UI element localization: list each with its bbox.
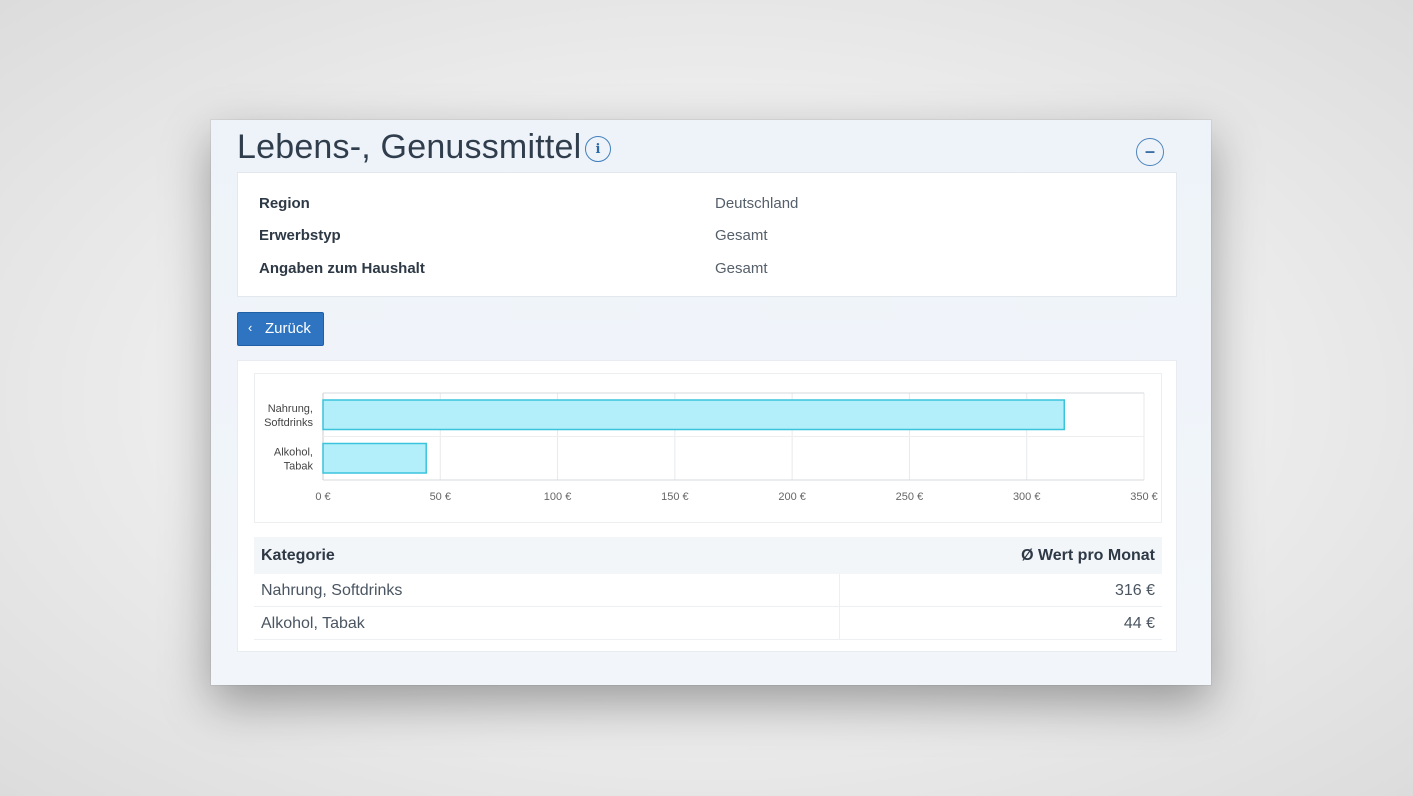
category-label: Alkohol,: [274, 446, 313, 458]
page-title: Lebens-, Genussmittel: [237, 128, 582, 166]
meta-value: Deutschland: [715, 195, 799, 212]
bar-chart: Nahrung, Softdrinks Alkohol, Tabak 0 € 50 € 10…: [254, 373, 1162, 523]
meta-row-region: Region Deutschland: [259, 195, 1156, 219]
panel-window: Lebens-, Genussmittel i – Region Deutsch…: [211, 120, 1211, 685]
bar: [322, 399, 1065, 431]
table-header: Kategorie Ø Wert pro Monat: [254, 537, 1162, 574]
meta-value: Gesamt: [715, 227, 768, 244]
back-button[interactable]: ‹ Zurück: [237, 312, 324, 346]
cell-kategorie: Nahrung, Softdrinks: [261, 582, 403, 599]
bar: [322, 442, 427, 474]
cell-wert: 316 €: [1114, 582, 1155, 599]
tick-label: 0 €: [315, 491, 330, 503]
meta-label: Erwerbstyp: [259, 227, 341, 244]
table-row: Alkohol, Tabak 44 €: [254, 607, 1162, 640]
back-button-label: Zurück: [265, 320, 311, 337]
cell-wert: 44 €: [1123, 615, 1155, 632]
chart-svg: Nahrung, Softdrinks Alkohol, Tabak 0 € 50 € 10…: [264, 392, 1158, 503]
column-header-wert: Ø Wert pro Monat: [1021, 547, 1155, 564]
tick-label: 100 €: [544, 491, 572, 503]
filter-summary: Region Deutschland Erwerbstyp Gesamt Ang…: [237, 172, 1177, 297]
category-label: Softdrinks: [264, 417, 313, 429]
category-label: Tabak: [284, 460, 314, 472]
meta-label: Angaben zum Haushalt: [259, 260, 425, 277]
chevron-left-icon: ‹: [248, 320, 253, 335]
meta-row-erwerbstyp: Erwerbstyp Gesamt: [259, 227, 1156, 251]
info-icon[interactable]: i: [585, 136, 611, 162]
tick-label: 250 €: [896, 491, 924, 503]
results-panel: Nahrung, Softdrinks Alkohol, Tabak 0 € 50 € 10…: [237, 360, 1177, 652]
column-header-kategorie: Kategorie: [261, 547, 335, 564]
tick-label: 350 €: [1130, 491, 1158, 503]
table-row: Nahrung, Softdrinks 316 €: [254, 574, 1162, 607]
tick-label: 150 €: [661, 491, 689, 503]
cell-kategorie: Alkohol, Tabak: [261, 615, 365, 632]
meta-value: Gesamt: [715, 260, 768, 277]
tick-label: 300 €: [1013, 491, 1041, 503]
meta-row-haushalt: Angaben zum Haushalt Gesamt: [259, 260, 1156, 284]
tick-label: 50 €: [430, 491, 451, 503]
collapse-button[interactable]: –: [1136, 138, 1164, 166]
category-label: Nahrung,: [268, 403, 313, 415]
meta-label: Region: [259, 195, 310, 212]
tick-label: 200 €: [778, 491, 806, 503]
